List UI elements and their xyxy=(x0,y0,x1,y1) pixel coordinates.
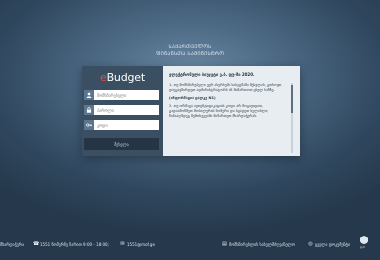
info-paragraph-2: 2. თუ ორმაგი ავთენტიფიკაციის კოდი არ მოგ… xyxy=(169,104,269,118)
password-field[interactable] xyxy=(84,105,159,115)
ministry-logo: ფ.ს xyxy=(360,236,378,252)
username-input[interactable] xyxy=(94,90,157,100)
code-field[interactable] xyxy=(84,120,159,130)
footer-gov[interactable]: ◎ ყველა დოკუმენტი xyxy=(308,241,351,248)
code-input[interactable] xyxy=(94,120,157,130)
info-body: 1. თუ მომხმარებელი ვერ ახერხებს სისტემაშ… xyxy=(169,83,285,153)
info-title: ელექტრონული ბიუჯეტი ვ.ბ. ფუ-ში 2020. xyxy=(169,72,255,77)
header-line2: ᲤᲘᲜᲐᲜᲡᲗᲐ ᲡᲐᲛᲘᲜᲘᲡᲢᲠᲝ xyxy=(155,51,225,57)
footer-phone[interactable]: ☎ 1551 ნომერზე ზარით 9:00 - 18:00; xyxy=(33,241,109,248)
footer-support: მხარდაჭერა xyxy=(0,242,24,247)
mail-icon: ✉ xyxy=(120,241,125,247)
footer-manual[interactable]: ▤ მომხმარებლის სახელმძღვანელო xyxy=(222,241,295,248)
support-label: მხარდაჭერა xyxy=(0,242,25,247)
lock-icon xyxy=(84,105,94,115)
header-line1: ᲡᲐᲥᲐᲠᲗᲕᲔᲚᲝᲡ xyxy=(168,44,212,50)
key-icon xyxy=(84,120,94,130)
phone-text: 1551 ნომერზე ზარით 9:00 - 18:00; xyxy=(40,242,109,247)
info-subheading: (ინფორმაცია ცალკე N1) xyxy=(169,96,216,100)
ministry-header: ᲡᲐᲥᲐᲠᲗᲕᲔᲚᲝᲡ ᲤᲘᲜᲐᲜᲡᲗᲐ ᲡᲐᲛᲘᲜᲘᲡᲢᲠᲝ xyxy=(0,44,380,58)
ministry-logo-text: ფ.ს xyxy=(360,245,365,249)
username-field[interactable] xyxy=(84,90,159,100)
ebudget-logo: eBudget xyxy=(100,71,145,84)
emblem-icon xyxy=(360,236,368,244)
manual-text: მომხმარებლის სახელმძღვანელო xyxy=(229,242,295,247)
email-text: 1551@mof.ge xyxy=(127,242,155,247)
footer-email[interactable]: ✉ 1551@mof.ge xyxy=(120,241,155,248)
user-icon xyxy=(84,90,94,100)
password-input[interactable] xyxy=(94,105,157,115)
globe-icon: ◎ xyxy=(308,241,313,247)
book-icon: ▤ xyxy=(222,241,227,247)
login-form: eBudget შესვლა xyxy=(82,66,163,156)
scrollbar-thumb[interactable] xyxy=(291,85,293,113)
info-scrollbar[interactable] xyxy=(291,83,293,153)
gov-text: ყველა დოკუმენტი xyxy=(315,242,351,247)
login-button[interactable]: შესვლა xyxy=(84,138,159,150)
info-panel: ელექტრონული ბიუჯეტი ვ.ბ. ფუ-ში 2020. 1. … xyxy=(163,66,300,156)
footer: მხარდაჭერა ☎ 1551 ნომერზე ზარით 9:00 - 1… xyxy=(0,240,380,254)
info-paragraph-1: 1. თუ მომხმარებელი ვერ ახერხებს სისტემაშ… xyxy=(169,83,282,92)
login-panel: eBudget შესვლა ელექტრონული ბიუჯეტი ვ.ბ. … xyxy=(82,66,300,156)
phone-icon: ☎ xyxy=(33,241,40,247)
